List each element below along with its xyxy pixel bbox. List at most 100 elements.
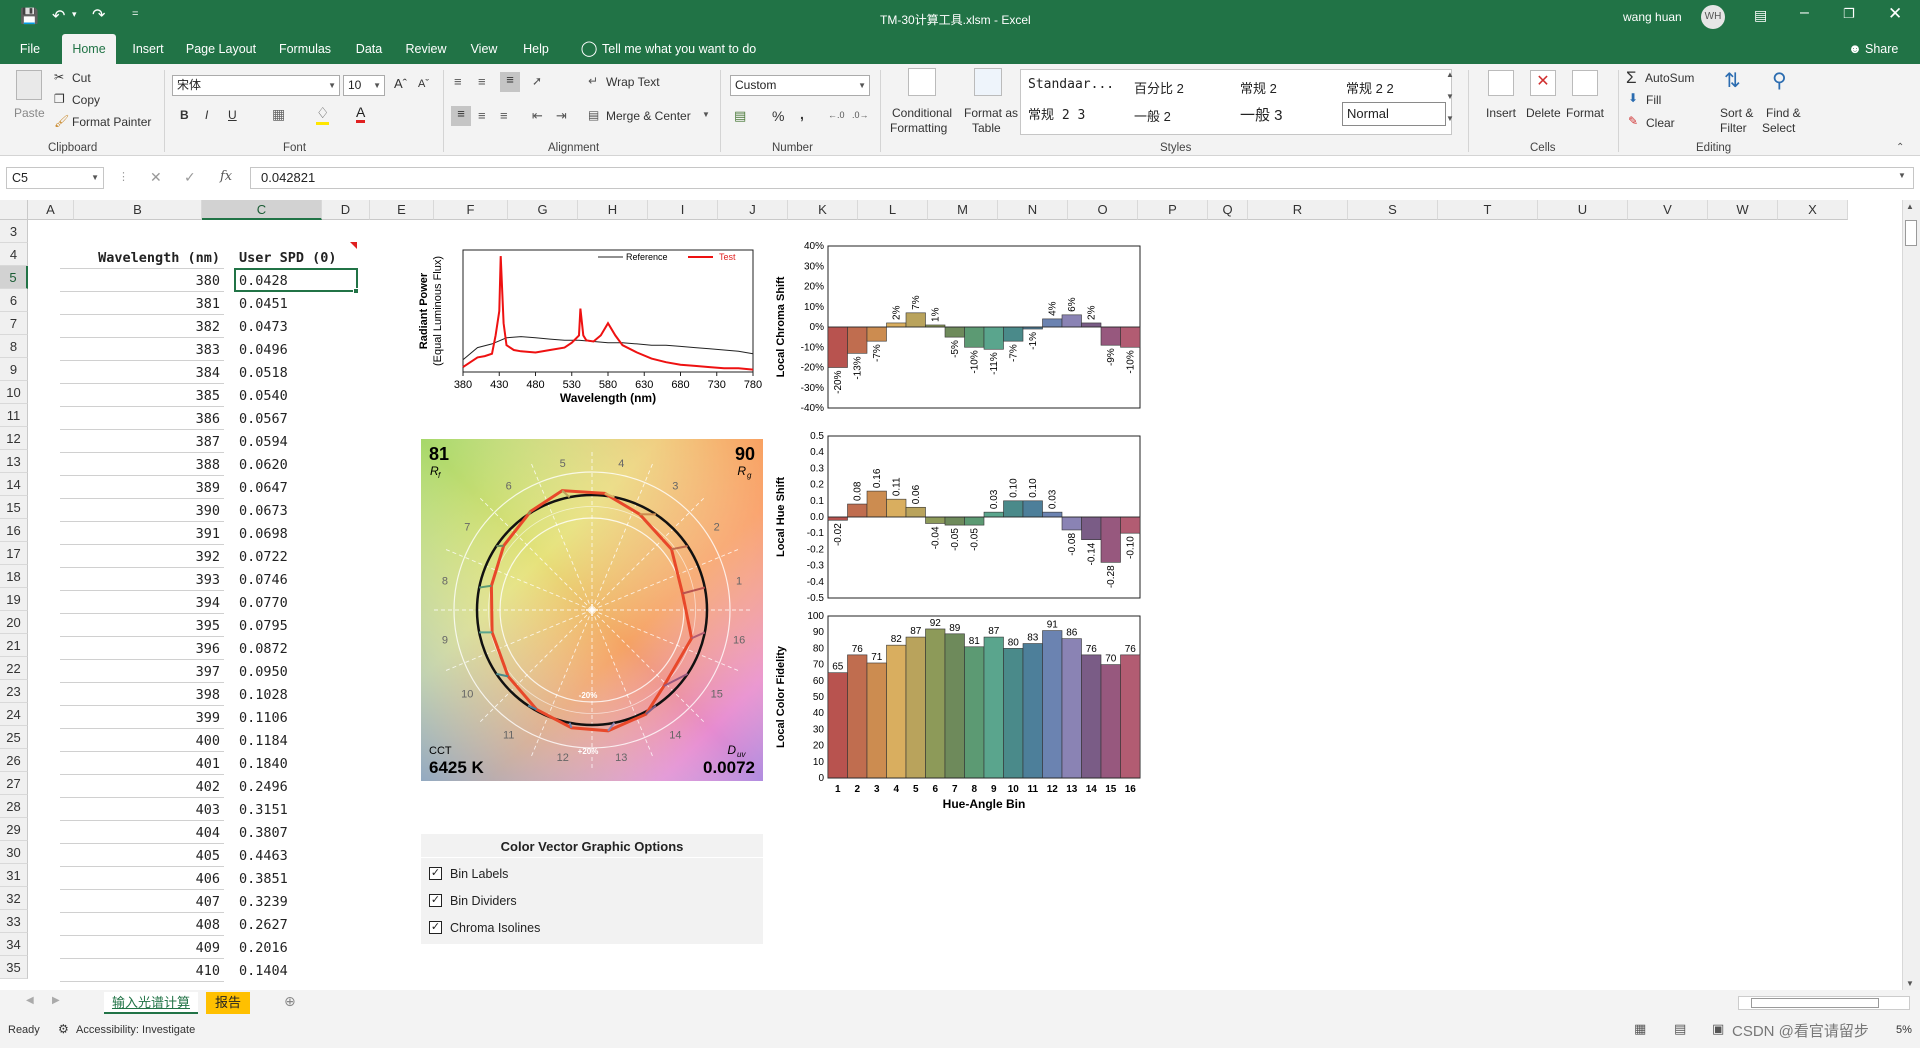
insert-function-icon[interactable]: fx [220,169,232,184]
copy-icon[interactable]: ❐ [54,92,65,106]
delete-cells-button[interactable]: Delete [1526,106,1561,120]
close-icon[interactable]: ✕ [1888,4,1902,24]
cell-wavelength[interactable]: 407 [60,890,224,913]
lightbulb-icon[interactable]: ◯ [574,34,604,64]
cell-wavelength[interactable]: 382 [60,315,224,338]
customize-qat-icon[interactable]: = [132,8,138,20]
tab-formulas[interactable]: Formulas [270,34,340,64]
cell-wavelength[interactable]: 389 [60,476,224,499]
zoom-level[interactable]: 5% [1896,1024,1912,1036]
format-as-table-button-2[interactable]: Table [972,121,1001,135]
undo-icon[interactable]: ↶ [52,6,65,26]
borders-icon[interactable]: ▦ [272,106,285,123]
row-header[interactable]: 13 [0,450,28,473]
cancel-icon[interactable]: ✕ [150,169,162,186]
format-cells-icon[interactable] [1572,70,1598,96]
cell-wavelength[interactable]: 381 [60,292,224,315]
row-header[interactable]: 14 [0,473,28,496]
cell-wavelength[interactable]: 410 [60,959,224,982]
number-format-combo[interactable]: Custom ▼ [730,75,870,96]
cell-wavelength[interactable]: 400 [60,729,224,752]
align-middle-icon[interactable]: ≡ [478,74,486,89]
cell-spd[interactable]: 0.0872 [236,637,356,660]
style-general-3[interactable]: 一般 3 [1240,104,1283,125]
checkbox-icon[interactable]: ✓ [429,894,442,908]
column-header[interactable]: B [74,200,202,220]
underline-button[interactable]: U [228,108,237,122]
options-icon[interactable]: ⋮ [118,170,129,183]
align-top-icon[interactable]: ≡ [454,74,462,89]
cell-spd[interactable]: 0.3151 [236,798,356,821]
cell-spd[interactable]: 0.2627 [236,913,356,936]
row-header[interactable]: 11 [0,404,28,427]
scroll-up-icon[interactable]: ▲ [1906,202,1914,211]
gallery-down-icon[interactable]: ▼ [1446,92,1454,101]
restore-icon[interactable]: ❐ [1843,6,1855,22]
cell-spd[interactable]: 0.0647 [236,476,356,499]
column-header[interactable]: G [508,200,578,220]
clear-button[interactable]: Clear [1646,116,1675,130]
cell-spd[interactable]: 0.0473 [236,315,356,338]
cell-wavelength[interactable]: 384 [60,361,224,384]
cell-spd[interactable]: 0.0540 [236,384,356,407]
merge-icon[interactable]: ▤ [588,108,599,122]
insert-cells-icon[interactable] [1488,70,1514,96]
tab-file[interactable]: File [8,34,52,64]
cell-wavelength[interactable]: 396 [60,637,224,660]
cell-wavelength[interactable]: 385 [60,384,224,407]
cell-spd[interactable]: 0.3239 [236,890,356,913]
paste-icon[interactable] [16,70,42,100]
cell-wavelength[interactable]: 392 [60,545,224,568]
find-select-button[interactable]: Find & [1766,106,1801,120]
font-color-icon[interactable]: A [356,104,366,123]
align-left-icon[interactable]: ≡ [451,106,471,126]
selected-cell-c5[interactable] [234,268,358,292]
add-sheet-icon[interactable]: ⊕ [284,993,296,1010]
column-header[interactable]: U [1538,200,1628,220]
wrap-text-icon[interactable]: ↵ [588,74,598,88]
increase-font-icon[interactable]: Aˆ [394,76,407,91]
cell-wavelength[interactable]: 405 [60,844,224,867]
sheet-tab-input[interactable]: 输入光谱计算 [104,992,198,1014]
style-normal-2-2[interactable]: 常规 2 2 [1346,78,1394,97]
row-header[interactable]: 17 [0,542,28,565]
cell-wavelength[interactable]: 404 [60,821,224,844]
tab-review[interactable]: Review [398,34,454,64]
header-wavelength[interactable]: Wavelength (nm) [60,246,224,269]
enter-icon[interactable]: ✓ [184,169,196,186]
format-painter-icon[interactable]: 🖌 [54,114,69,128]
row-header[interactable]: 5 [0,266,28,289]
column-header[interactable]: W [1708,200,1778,220]
row-header[interactable]: 4 [0,243,28,266]
sheet-next-icon[interactable]: ▶ [52,995,60,1006]
wrap-text-button[interactable]: Wrap Text [606,75,660,89]
status-accessibility[interactable]: Accessibility: Investigate [76,1024,195,1036]
format-as-table-icon[interactable] [974,68,1002,96]
h-scroll-thumb[interactable] [1751,998,1879,1008]
find-select-icon[interactable]: ⚲ [1772,68,1787,93]
row-header[interactable]: 30 [0,841,28,864]
conditional-formatting-button-2[interactable]: Formatting [890,121,947,135]
currency-icon[interactable]: ▤ [734,108,746,124]
align-center-icon[interactable]: ≡ [478,108,486,123]
tab-home[interactable]: Home [62,34,116,64]
delete-cells-icon[interactable]: ✕ [1530,70,1556,96]
horizontal-scrollbar[interactable] [1738,996,1910,1010]
cell-spd[interactable]: 0.1184 [236,729,356,752]
style-normal[interactable]: Normal [1342,102,1446,126]
fill-button[interactable]: Fill [1646,93,1661,107]
italic-button[interactable]: I [205,108,208,122]
header-user-spd[interactable]: User SPD (0) [236,246,356,269]
cell-spd[interactable]: 0.0698 [236,522,356,545]
tab-data[interactable]: Data [348,34,390,64]
column-header[interactable]: I [648,200,718,220]
cell-spd[interactable]: 0.2496 [236,775,356,798]
format-painter-button[interactable]: Format Painter [72,115,151,129]
column-header[interactable]: T [1438,200,1538,220]
cell-spd[interactable]: 0.0451 [236,292,356,315]
style-normal-2[interactable]: 常规 2 [1240,78,1277,97]
chevron-down-icon[interactable]: ▼ [702,110,710,119]
sort-filter-icon[interactable]: ⇅ [1724,68,1741,93]
cell-wavelength[interactable]: 387 [60,430,224,453]
font-size-combo[interactable]: 10 ▼ [343,75,385,96]
